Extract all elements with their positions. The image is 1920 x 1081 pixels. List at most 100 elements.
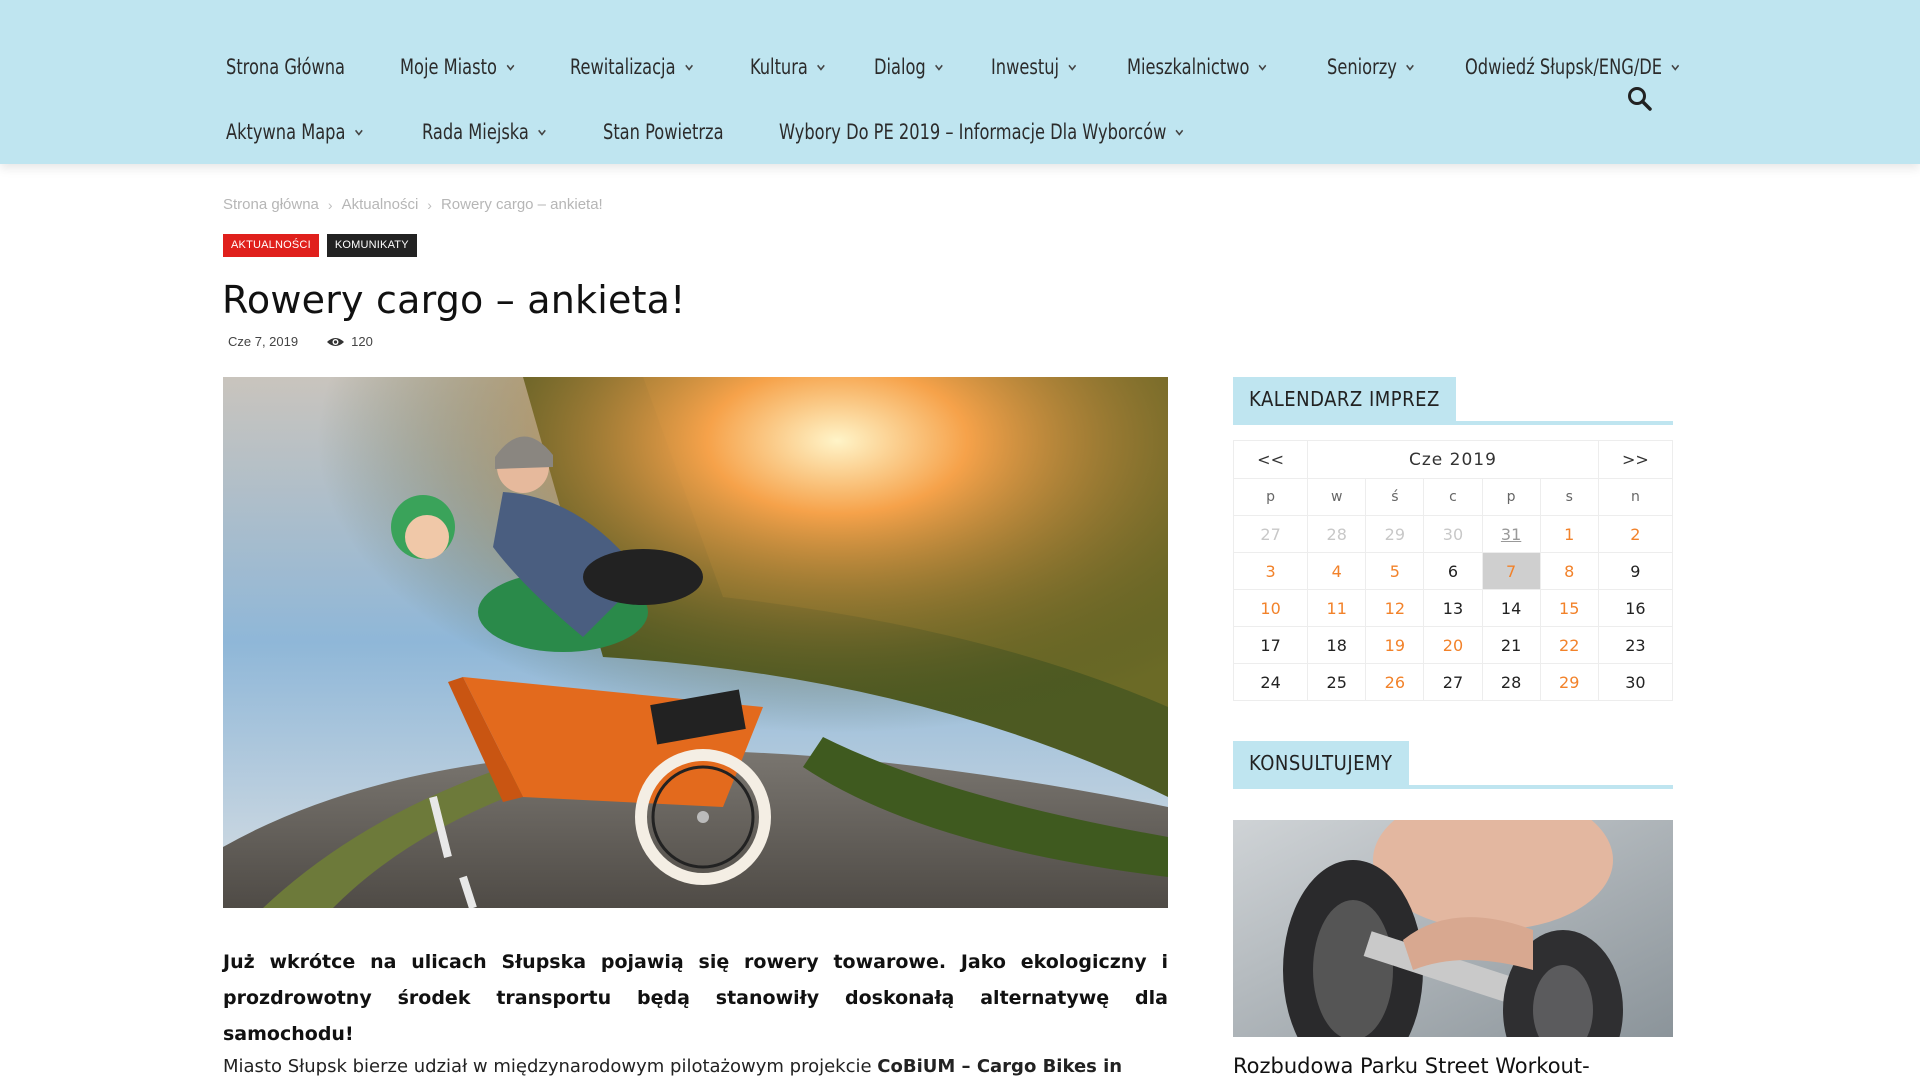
breadcrumb-current: Rowery cargo – ankieta! (440, 196, 603, 213)
nav-item-label: Moje Miasto (400, 55, 498, 79)
calendar-day-today[interactable]: 7 (1481, 552, 1541, 590)
nav-item-row2-0[interactable]: Aktywna Mapa (226, 120, 364, 144)
breadcrumb-separator-icon: › (327, 196, 333, 213)
nav-item-row1-5[interactable]: Inwestuj (991, 55, 1077, 79)
calendar-day-event[interactable]: 26 (1365, 663, 1425, 701)
calendar-day-event[interactable]: 15 (1539, 589, 1599, 627)
project-name-link[interactable]: CoBiUM – Cargo Bikes in (877, 1056, 1122, 1077)
nav-item-label: Kultura (749, 55, 808, 79)
chevron-down-icon (1259, 64, 1267, 71)
article-lead: Już wkrótce na ulicach Słupska pojawią s… (223, 951, 1168, 1045)
nav-item-label: Odwiedź Słupsk/ENG/DE (1465, 55, 1663, 79)
calendar-day-event[interactable]: 19 (1365, 626, 1425, 664)
calendar-day-event[interactable]: 1 (1539, 515, 1599, 553)
calendar-day: 30 (1423, 515, 1483, 553)
chevron-down-icon (1671, 64, 1680, 71)
calendar-week-row: 24 25 26 27 28 29 30 (1232, 663, 1674, 701)
tag-aktualnosci[interactable]: AKTUALNOŚCI (223, 234, 319, 257)
chevron-down-icon (506, 64, 515, 71)
calendar-week-row: 27 28 29 30 31 1 2 (1232, 515, 1674, 553)
calendar-day: 18 (1307, 626, 1367, 664)
calendar-day: 24 (1232, 663, 1309, 701)
calendar-day-event[interactable]: 8 (1539, 552, 1599, 590)
calendar-day-event[interactable]: 5 (1365, 552, 1425, 590)
category-tags: AKTUALNOŚCI KOMUNIKATY (223, 234, 417, 257)
chevron-down-icon (1406, 64, 1414, 71)
konsult-widget-header: KONSULTUJEMY (1233, 741, 1673, 789)
nav-item-label: Rewitalizacja (570, 55, 676, 79)
article-body: Miasto Słupsk bierze udział w międzynaro… (223, 1053, 1168, 1081)
nav-item-label: Rada Miejska (421, 120, 529, 144)
chevron-down-icon (817, 64, 825, 71)
calendar-day: 28 (1307, 515, 1367, 553)
nav-item-row1-1[interactable]: Moje Miasto (400, 55, 515, 79)
konsult-post-image[interactable] (1233, 820, 1673, 1037)
nav-item-label: Strona Główna (226, 55, 346, 79)
breadcrumb: Strona główna › Aktualności › Rowery car… (223, 196, 603, 213)
calendar-day: 31 (1481, 515, 1541, 553)
calendar-day: 17 (1232, 626, 1309, 664)
calendar-day: 27 (1232, 515, 1309, 553)
calendar-day: 23 (1597, 626, 1674, 664)
calendar-prev-button[interactable]: << (1232, 440, 1309, 479)
calendar-day-event[interactable]: 11 (1307, 589, 1367, 627)
calendar-weekday: n (1597, 478, 1674, 516)
nav-item-label: Seniorzy (1326, 55, 1397, 79)
search-icon[interactable] (1625, 84, 1655, 114)
calendar-weekday: p (1481, 478, 1541, 516)
calendar-weekday: w (1307, 478, 1367, 516)
calendar-day: 30 (1597, 663, 1674, 701)
nav-item-row1-4[interactable]: Dialog (874, 55, 944, 79)
breadcrumb-home[interactable]: Strona główna (223, 196, 319, 213)
calendar-day-event[interactable]: 10 (1232, 589, 1309, 627)
nav-item-label: Aktywna Mapa (226, 120, 346, 144)
nav-item-row1-2[interactable]: Rewitalizacja (570, 55, 694, 79)
event-calendar: << Cze 2019 >> pwścpsn 27 28 29 30 31 1 2 3 4 5 6 7… (1232, 440, 1674, 701)
calendar-day-event[interactable]: 20 (1423, 626, 1483, 664)
site-header: Strona Główna Moje Miasto Rewitalizacja Kul… (0, 0, 1920, 164)
calendar-day-event[interactable]: 2 (1597, 515, 1674, 553)
nav-item-row1-0[interactable]: Strona Główna (226, 55, 345, 79)
calendar-day: 14 (1481, 589, 1541, 627)
calendar-week-row: 10 11 12 13 14 15 16 (1232, 589, 1674, 627)
nav-item-row1-7[interactable]: Seniorzy (1327, 55, 1415, 79)
calendar-day: 6 (1423, 552, 1483, 590)
calendar-next-button[interactable]: >> (1597, 440, 1674, 479)
calendar-day-event[interactable]: 22 (1539, 626, 1599, 664)
nav-item-row2-2[interactable]: Stan Powietrza (603, 120, 724, 144)
calendar-week-row: 3456789 (1232, 552, 1674, 590)
calendar-widget-title: KALENDARZ IMPREZ (1233, 377, 1456, 421)
breadcrumb-aktualnosci[interactable]: Aktualności (342, 196, 419, 213)
article-hero-image[interactable] (223, 377, 1168, 908)
post-views: 120 (326, 334, 373, 349)
nav-item-row1-8[interactable]: Odwiedź Słupsk/ENG/DE (1465, 55, 1680, 79)
calendar-day: 28 (1481, 663, 1541, 701)
calendar-day-event[interactable]: 12 (1365, 589, 1425, 627)
chevron-down-icon (1176, 129, 1184, 136)
nav-item-row2-3[interactable]: Wybory Do PE 2019 – Informacje Dla Wybor… (779, 120, 1184, 144)
calendar-weekday: p (1232, 478, 1309, 516)
calendar-day-event[interactable]: 4 (1307, 552, 1367, 590)
nav-item-row2-1[interactable]: Rada Miejska (422, 120, 547, 144)
calendar-weekday: c (1423, 478, 1483, 516)
main-nav-row-2: Aktywna Mapa Rada Miejska Stan Powietrza Wy… (226, 112, 1287, 152)
tag-komunikaty[interactable]: KOMUNIKATY (326, 234, 417, 257)
calendar-day-event[interactable]: 3 (1232, 552, 1309, 590)
calendar-weekday: s (1539, 478, 1599, 516)
konsult-post-title[interactable]: Rozbudowa Parku Street Workout- (1233, 1054, 1590, 1078)
nav-item-label: Dialog (874, 55, 926, 79)
calendar-month-label: Cze 2019 (1307, 440, 1599, 479)
view-count: 120 (351, 334, 373, 349)
calendar-day: 21 (1481, 626, 1541, 664)
calendar-day: 27 (1423, 663, 1483, 701)
calendar-day: 16 (1597, 589, 1674, 627)
nav-item-row1-3[interactable]: Kultura (750, 55, 826, 79)
konsult-widget-title: KONSULTUJEMY (1233, 741, 1409, 785)
calendar-week-row: 17 18 19 20 21 22 23 (1232, 626, 1674, 664)
main-nav-row-1: Strona Główna Moje Miasto Rewitalizacja Kul… (226, 47, 1751, 87)
calendar-day: 25 (1307, 663, 1367, 701)
calendar-weekday: ś (1365, 478, 1425, 516)
nav-item-row1-6[interactable]: Mieszkalnictwo (1127, 55, 1268, 79)
calendar-day-event[interactable]: 29 (1539, 663, 1599, 701)
chevron-down-icon (1068, 64, 1077, 71)
